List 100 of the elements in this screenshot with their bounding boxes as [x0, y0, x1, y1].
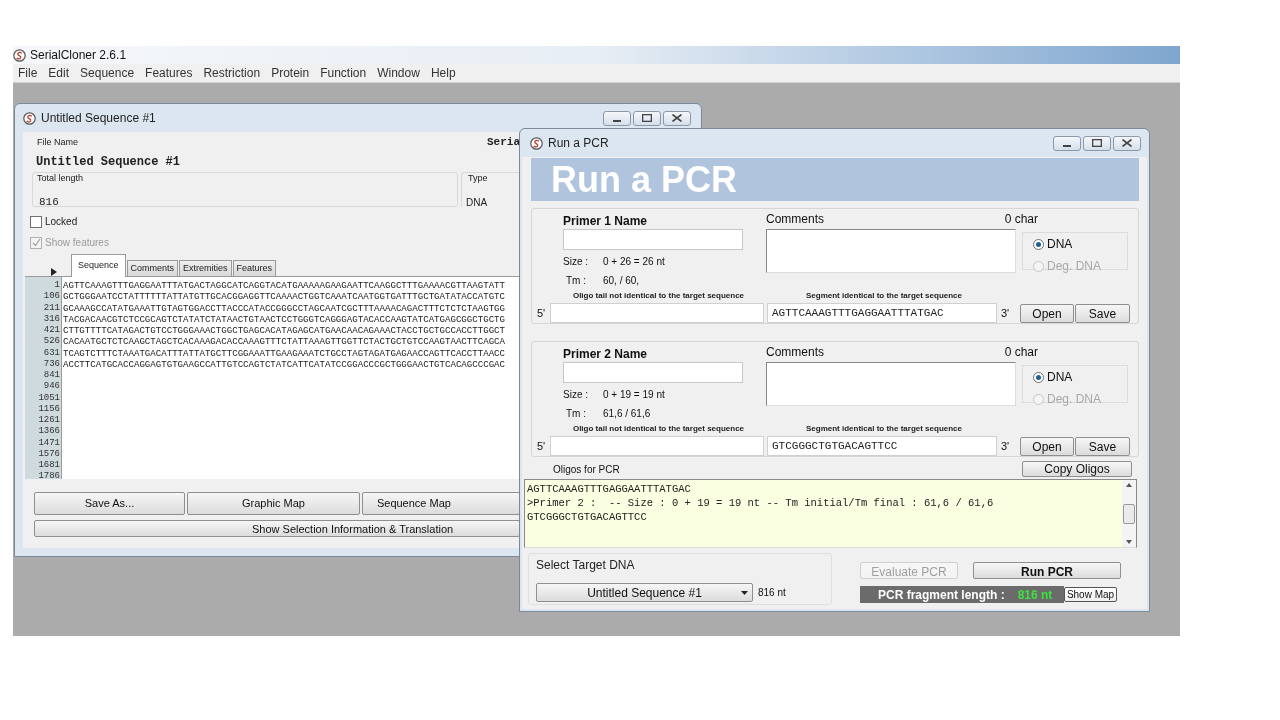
- char-count: 0 char: [1004, 211, 1038, 228]
- menu-item[interactable]: Function: [320, 64, 367, 82]
- maximize-button[interactable]: [1083, 135, 1111, 151]
- line-number: 1156: [38, 403, 60, 415]
- menu-item[interactable]: Features: [145, 64, 193, 82]
- minimize-button[interactable]: [1053, 135, 1081, 151]
- name-field[interactable]: [563, 362, 743, 383]
- checkbox[interactable]: [30, 215, 42, 228]
- field-label: Size :: [563, 388, 589, 402]
- tail-field[interactable]: [550, 436, 764, 456]
- prime-end-label: 3': [1001, 438, 1011, 454]
- prime-end-label: 3': [1001, 305, 1011, 321]
- line-number: 106: [43, 291, 60, 303]
- char-count: 0 char: [1004, 344, 1038, 361]
- tab[interactable]: Comments: [126, 260, 179, 277]
- show-map-button[interactable]: Show Map: [1064, 587, 1117, 602]
- copy-button[interactable]: Copy Oligos: [1022, 461, 1132, 477]
- sequence-line: TACGACAACGTCTCCGCAGTCTATATCTATAACTGTAACTCCTGGGTCAGGGAGTACACCAAGTATCATGAGCGGCTGCTG: [62, 313, 506, 325]
- button[interactable]: Graphic Map: [187, 492, 360, 515]
- banner-title: Run a PCR: [531, 158, 1139, 201]
- name-field[interactable]: [563, 229, 743, 250]
- tail-field[interactable]: [550, 303, 764, 323]
- line-number: 1576: [38, 448, 60, 460]
- comments-field[interactable]: [766, 229, 1016, 273]
- sequence-line: GCAAAGCCATATGAAATTGTAGTGGACCTTACCCATACCGGGCCTAGCAATCGCTTTAAAACAGACTTTCTCTCTAAGTGG: [62, 302, 506, 314]
- menu-item[interactable]: Help: [430, 64, 456, 82]
- field-label: Comments: [766, 211, 824, 228]
- segment-field[interactable]: AGTTCAAAGTTTGAGGAATTTATGAC: [767, 303, 997, 323]
- line-number: 1: [54, 280, 60, 292]
- close-icon: [1122, 139, 1132, 147]
- field-label: Comments: [766, 344, 824, 361]
- close-button[interactable]: [663, 110, 691, 126]
- button[interactable]: Open: [1020, 436, 1074, 456]
- type-value: DNA: [466, 195, 489, 210]
- field-label: Tm :: [565, 407, 587, 421]
- line-number: 211: [43, 302, 60, 314]
- window-title: Untitled Sequence #1: [41, 110, 156, 127]
- field-label: Oligo tail not identical to the target sequence: [571, 423, 746, 434]
- radio-label: Deg. DNA: [1047, 258, 1102, 275]
- wide-button[interactable]: Show Selection Information & Translation: [34, 520, 520, 537]
- tab[interactable]: Extremities: [179, 260, 232, 277]
- section-label: Select Target DNA: [536, 557, 636, 574]
- line-number: 421: [43, 325, 60, 337]
- field-value: 0 + 19 = 19 nt: [603, 388, 665, 402]
- tab[interactable]: Features: [232, 260, 277, 277]
- segment-field[interactable]: GTCGGGCTGTGACAGTTCC: [767, 436, 997, 456]
- maximize-button[interactable]: [633, 110, 661, 126]
- field-value: 0 + 26 = 26 nt: [603, 255, 665, 269]
- line-number: 526: [43, 336, 60, 348]
- comments-field[interactable]: [766, 362, 1016, 406]
- total-length-value: 816: [39, 194, 60, 210]
- checkbox-label: Show features: [45, 236, 109, 250]
- close-icon: [672, 114, 682, 122]
- menu-item[interactable]: Window: [377, 64, 420, 82]
- scrollbar[interactable]: [1122, 480, 1136, 547]
- line-number: 316: [43, 313, 60, 325]
- line-number: 1681: [38, 460, 60, 472]
- scroll-up-icon[interactable]: [1125, 482, 1133, 488]
- maximize-icon: [642, 114, 652, 122]
- field-value: 61,6 / 61,6: [603, 407, 651, 421]
- button[interactable]: Save: [1075, 303, 1130, 323]
- close-button[interactable]: [1113, 135, 1141, 151]
- menu-item[interactable]: Restriction: [203, 64, 261, 82]
- field-value: 60, / 60,: [603, 274, 640, 288]
- checkbox-label: Locked: [45, 215, 78, 229]
- line-number: 736: [43, 358, 60, 370]
- logo-icon: [23, 111, 36, 125]
- run-button[interactable]: Run PCR: [973, 562, 1121, 579]
- radio-label: DNA: [1047, 369, 1073, 386]
- fragment-length-value: 816 nt: [1017, 586, 1053, 604]
- field-label: Oligo tail not identical to the target sequence: [571, 290, 746, 301]
- target-dropdown[interactable]: Untitled Sequence #1: [536, 583, 753, 602]
- minimize-button[interactable]: [603, 110, 631, 126]
- menu-item[interactable]: File: [18, 64, 38, 82]
- field-label: Primer 2 Name: [563, 346, 649, 360]
- menu-item[interactable]: Sequence: [80, 64, 135, 82]
- oligo-line: GTCGGGCTGTGACAGTTCC: [527, 510, 648, 524]
- radio-button[interactable]: [1033, 238, 1044, 250]
- menu-item[interactable]: Protein: [271, 64, 310, 82]
- field-label: Segment identical to the target sequence: [804, 290, 963, 301]
- sequence-line: CTTGTTTTCATAGACTGTCCTGGGAAACTGGCTGAGCACATAGAGCATGAACAACAGAAACTACCTGCTGCCACCTTGGCT: [62, 325, 506, 337]
- scroll-down-icon[interactable]: [1125, 539, 1133, 545]
- tab[interactable]: Sequence: [71, 254, 126, 277]
- button[interactable]: Open: [1020, 303, 1074, 323]
- button[interactable]: Save As...: [34, 492, 186, 515]
- field-label: Tm :: [565, 274, 587, 288]
- field-label: Size :: [563, 255, 589, 269]
- line-number: 946: [43, 381, 60, 393]
- button[interactable]: Save: [1075, 436, 1130, 456]
- line-number: 841: [43, 370, 60, 382]
- sequence-line: TCAGTCTTTCTAAATGACATTTATTATGCTTCGGAAATTGAAGAAATCTGCCTAGTAGATGAGAACCAGTTCACCTTAACC: [62, 347, 506, 359]
- minimize-icon: [613, 119, 621, 122]
- radio-button[interactable]: [1033, 371, 1044, 383]
- radio-label: Deg. DNA: [1047, 391, 1102, 408]
- button[interactable]: Sequence Map: [361, 492, 520, 515]
- oligo-line: AGTTCAAAGTTTGAGGAATTTATGAC: [527, 482, 692, 496]
- menu-item[interactable]: Edit: [48, 64, 70, 82]
- oligo-line: >Primer 2 : -- Size : 0 + 19 = 19 nt -- Tm initial/Tm final : 61,6 / 61,6: [527, 496, 995, 510]
- target-length: 816 nt: [758, 586, 786, 600]
- line-number: 631: [43, 347, 60, 359]
